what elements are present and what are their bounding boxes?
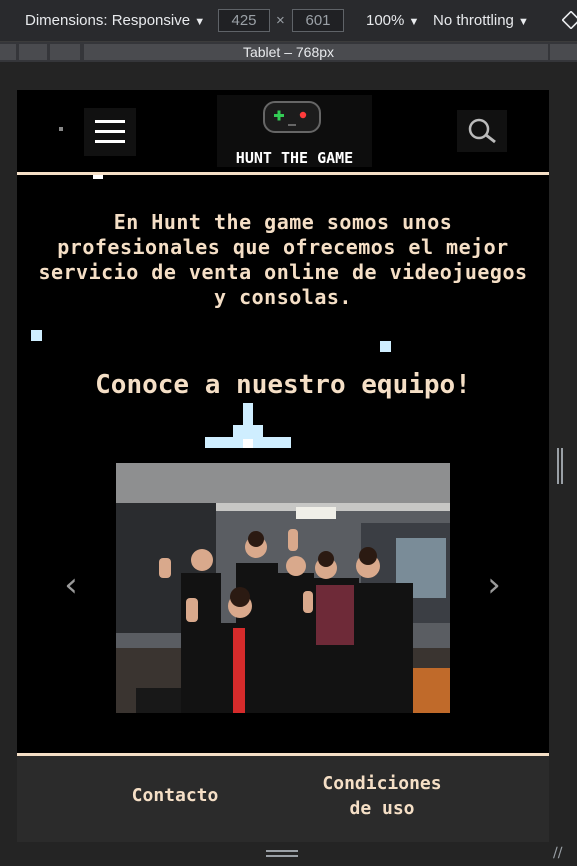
width-input[interactable]: 425: [218, 9, 270, 32]
throttling-label: No throttling: [433, 12, 514, 29]
search-button[interactable]: [457, 110, 507, 152]
search-icon: [468, 118, 496, 144]
pixel-decor: [31, 330, 42, 341]
caret-down-icon: ▼: [518, 16, 529, 28]
gamepad-icon: [263, 101, 321, 133]
team-photo: [116, 463, 450, 713]
throttling-dropdown[interactable]: No throttling ▼: [433, 12, 529, 29]
pixel-decor: [380, 341, 391, 352]
site-header: HUNT THE GAME: [17, 90, 549, 174]
menu-icon: [95, 120, 125, 123]
zoom-dropdown[interactable]: 100% ▼: [366, 12, 419, 29]
caret-down-icon: ▼: [194, 16, 206, 28]
site-footer: Contacto Condiciones de uso: [17, 756, 549, 842]
page-viewport: HUNT THE GAME En Hunt the game somos uno…: [17, 90, 549, 842]
pixel-decor: [93, 175, 103, 179]
zoom-label: 100%: [366, 12, 405, 29]
height-input[interactable]: 601: [292, 9, 344, 32]
dimensions-dropdown[interactable]: Dimensions: Responsive ▼: [25, 12, 205, 29]
times-sign: ×: [276, 12, 285, 29]
carousel-next-button[interactable]: ›: [482, 565, 506, 605]
breakpoint-bar: Tablet – 768px: [0, 42, 577, 62]
footer-terms-link[interactable]: Condiciones de uso: [307, 771, 457, 821]
spaceship-icon: [205, 403, 291, 448]
dimensions-label: Dimensions: Responsive: [25, 12, 191, 29]
intro-headline: En Hunt the game somos unos profesionale…: [38, 210, 528, 309]
caret-down-icon: ▼: [408, 16, 420, 28]
site-logo[interactable]: HUNT THE GAME: [217, 95, 372, 167]
footer-contact-link[interactable]: Contacto: [105, 783, 245, 808]
rotate-icon[interactable]: [562, 11, 577, 29]
resize-handle-icon[interactable]: [266, 850, 298, 858]
menu-button[interactable]: [84, 108, 136, 156]
carousel-prev-button[interactable]: ‹: [59, 565, 83, 605]
resize-handle-icon[interactable]: [557, 448, 563, 484]
team-heading: Conoce a nuestro equipo!: [95, 370, 471, 400]
breakpoint-label: Tablet – 768px: [242, 44, 335, 60]
resize-corner-icon[interactable]: ∕∕: [553, 845, 562, 861]
devtools-toolbar: Dimensions: Responsive ▼ 425 × 601 100% …: [0, 0, 577, 42]
logo-text: HUNT THE GAME: [235, 149, 354, 167]
